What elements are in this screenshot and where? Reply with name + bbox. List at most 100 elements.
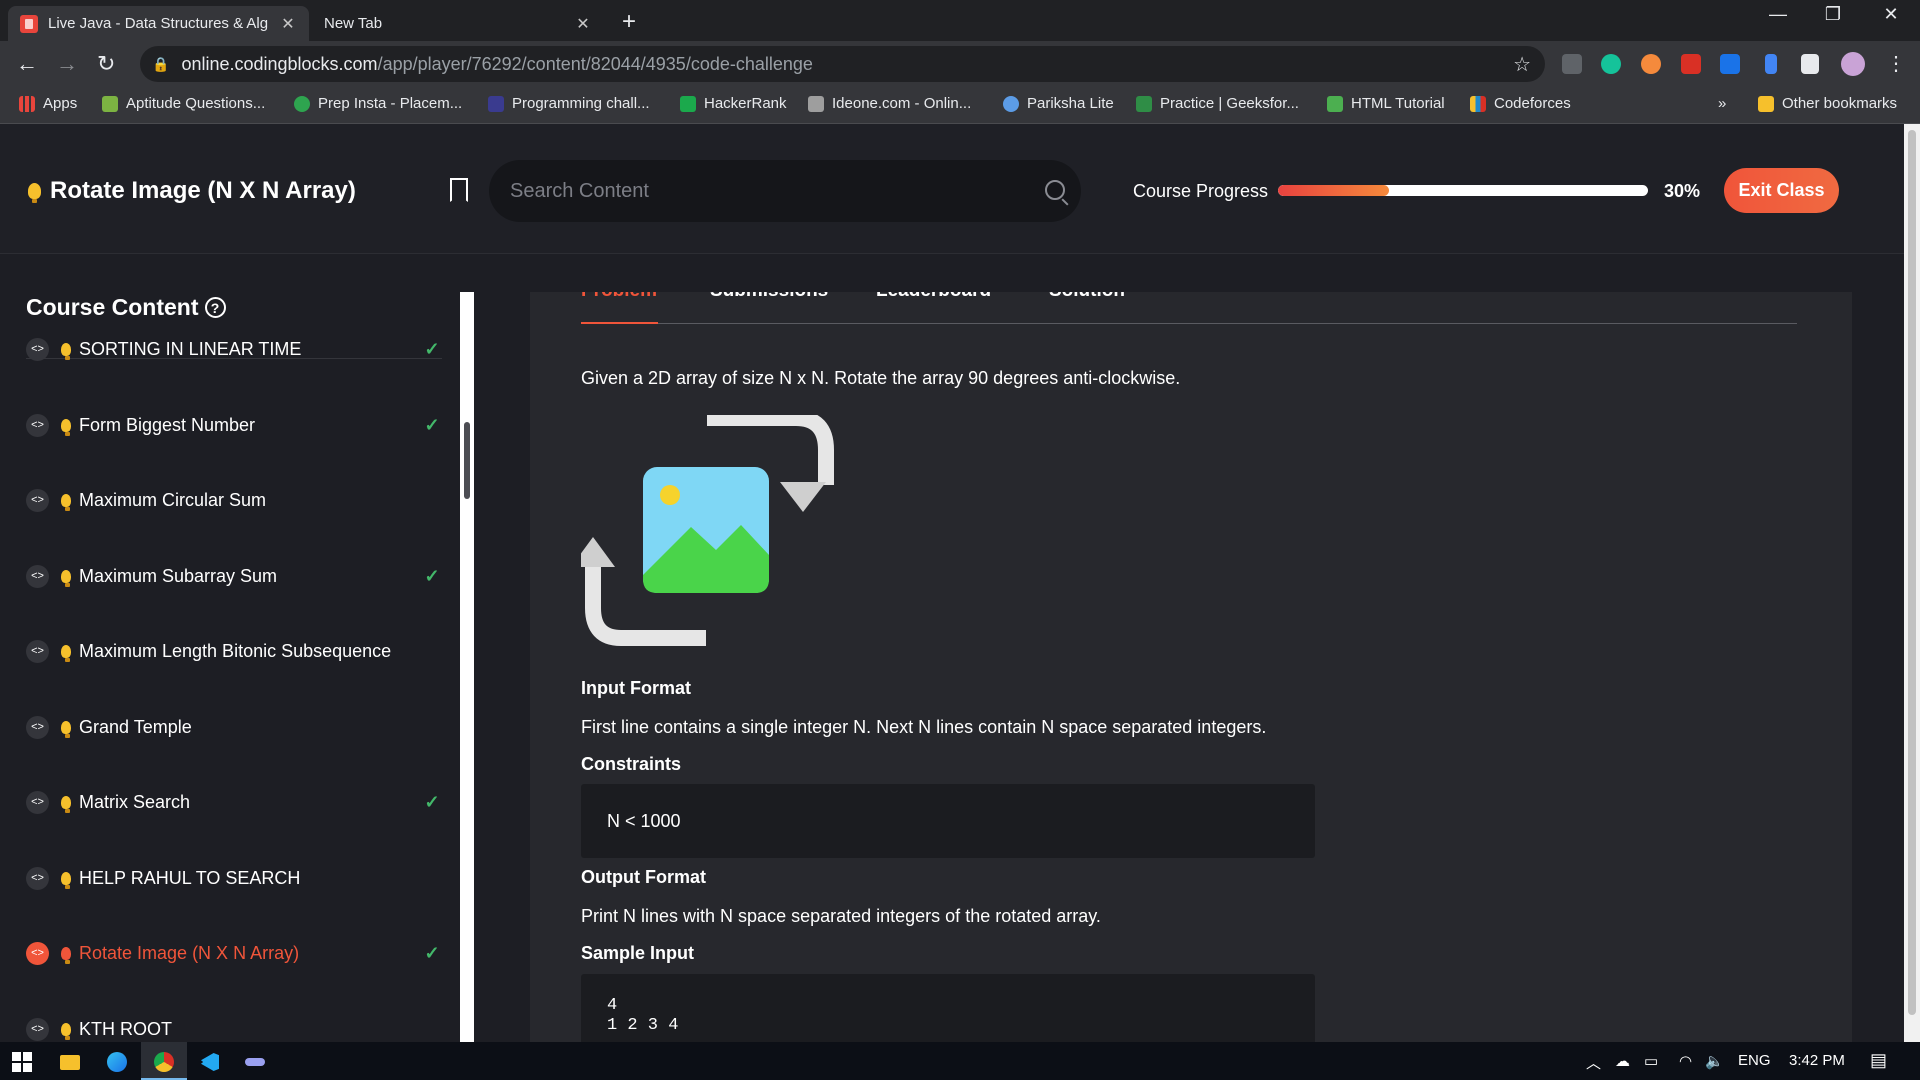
bookmark-programming[interactable]: Programming chall... <box>488 95 650 112</box>
language-indicator[interactable]: ENG <box>1738 1052 1771 1069</box>
sidebar-item-label: SORTING IN LINEAR TIME <box>79 338 302 359</box>
battery-icon[interactable]: ▭ <box>1644 1052 1658 1070</box>
vscode-icon[interactable] <box>196 1048 224 1076</box>
bookmark-icon[interactable] <box>450 178 468 202</box>
extension-icon[interactable] <box>1562 54 1582 74</box>
sidebar-item[interactable]: <> Grand Temple <box>26 707 442 747</box>
reload-icon[interactable]: ↻ <box>97 51 115 77</box>
onedrive-icon[interactable]: ☁ <box>1615 1052 1630 1070</box>
sidebar-item[interactable]: <> Maximum Subarray Sum ✓ <box>26 556 442 596</box>
close-window-icon[interactable]: ✕ <box>1866 4 1916 25</box>
lightbulb-icon <box>28 183 41 203</box>
input-format-heading: Input Format <box>581 678 691 698</box>
browser-toolbar: ← → ↻ 🔒 online.codingblocks.com/app/play… <box>0 41 1920 87</box>
browser-menu-icon[interactable]: ⋮ <box>1886 51 1906 76</box>
url-host: online.codingblocks.com <box>181 53 378 74</box>
apps-grid-icon <box>19 95 35 112</box>
output-format-text: Print N lines with N space separated int… <box>581 906 1101 926</box>
bookmark-favicon-icon <box>1003 95 1019 112</box>
bookmark-apps[interactable]: Apps <box>19 95 77 112</box>
tab-leaderboard[interactable]: Leaderboard <box>876 292 991 302</box>
volume-icon[interactable]: 🔈 <box>1705 1052 1724 1070</box>
tab-submissions[interactable]: Submissions <box>710 292 828 302</box>
tray-chevron-icon[interactable]: ︿ <box>1586 1052 1601 1073</box>
page-scrollbar-thumb[interactable] <box>1908 130 1916 1015</box>
app-icon[interactable] <box>241 1048 269 1076</box>
minimize-window-icon[interactable]: — <box>1753 4 1803 25</box>
bookmark-star-icon[interactable]: ☆ <box>1513 52 1531 77</box>
code-icon: <> <box>26 564 49 588</box>
more-bookmarks-chevron[interactable]: » <box>1718 95 1726 112</box>
extension-icon[interactable] <box>1641 54 1661 74</box>
extension-icon[interactable] <box>1765 54 1777 74</box>
back-arrow-icon[interactable]: ← <box>16 51 38 77</box>
browser-tab-active[interactable]: Live Java - Data Structures & Alg ✕ <box>8 6 309 41</box>
tab-problem[interactable]: Problem <box>581 292 657 302</box>
sidebar-item[interactable]: <> Maximum Length Bitonic Subsequence <box>26 631 442 671</box>
code-icon: <> <box>26 488 49 512</box>
close-tab-icon[interactable]: ✕ <box>279 14 297 34</box>
help-icon[interactable]: ? <box>204 297 226 318</box>
lightbulb-icon <box>61 1022 71 1040</box>
chrome-icon[interactable] <box>150 1048 178 1076</box>
lightbulb-icon <box>61 569 71 587</box>
picture-icon <box>643 467 769 593</box>
edge-icon[interactable] <box>103 1048 131 1076</box>
sidebar-item[interactable]: <> KTH ROOT <box>26 1009 442 1042</box>
sidebar-item[interactable]: <> Form Biggest Number ✓ <box>26 405 442 445</box>
bookmark-aptitude[interactable]: Aptitude Questions... <box>102 95 265 112</box>
tab-solution[interactable]: Solution <box>1049 292 1125 302</box>
grammarly-icon[interactable] <box>1601 54 1621 74</box>
clock[interactable]: 3:42 PM <box>1789 1052 1845 1069</box>
new-tab-plus-icon[interactable]: + <box>622 8 636 36</box>
code-icon: <> <box>26 413 49 437</box>
profile-avatar[interactable] <box>1841 52 1865 76</box>
bookmark-favicon-icon <box>102 95 118 112</box>
sidebar-item[interactable]: <> HELP RAHUL TO SEARCH <box>26 858 442 898</box>
search-icon[interactable] <box>1045 180 1065 200</box>
code-icon: <> <box>26 1017 49 1041</box>
sidebar-item-label: Form Biggest Number <box>79 414 256 435</box>
bookmark-favicon-icon <box>294 95 310 112</box>
wifi-icon[interactable]: ◠ <box>1679 1052 1692 1070</box>
sidebar-scrollbar-track[interactable] <box>460 292 474 1042</box>
sidebar-item-label: Rotate Image (N X N Array) <box>79 942 300 963</box>
lightbulb-icon <box>61 418 71 436</box>
file-explorer-icon[interactable] <box>56 1048 84 1076</box>
sample-input-heading: Sample Input <box>581 943 695 963</box>
address-bar[interactable]: 🔒 online.codingblocks.com/app/player/762… <box>140 46 1545 82</box>
bookmark-geeksforgeeks[interactable]: Practice | Geeksfor... <box>1136 95 1299 112</box>
forward-arrow-icon[interactable]: → <box>56 51 78 77</box>
constraints-box: N < 1000 <box>581 784 1315 858</box>
problem-statement: Given a 2D array of size N x N. Rotate t… <box>581 368 1181 388</box>
bookmark-codeforces[interactable]: Codeforces <box>1470 95 1571 112</box>
sidebar-item[interactable]: <> Rotate Image (N X N Array) ✓ <box>26 933 442 973</box>
browser-tab-strip: Live Java - Data Structures & Alg ✕ New … <box>0 0 1920 41</box>
close-tab-icon[interactable]: ✕ <box>574 14 592 34</box>
restore-window-icon[interactable]: ❐ <box>1808 4 1858 25</box>
extension-icon[interactable] <box>1681 54 1701 74</box>
bookmark-hackerrank[interactable]: HackerRank <box>680 95 787 112</box>
code-icon: <> <box>26 639 49 663</box>
lock-icon: 🔒 <box>152 55 170 72</box>
sidebar-item[interactable]: <> Maximum Circular Sum <box>26 480 442 520</box>
extensions-puzzle-icon[interactable] <box>1801 54 1819 74</box>
browser-tab-new[interactable]: New Tab ✕ <box>312 6 604 41</box>
bookmark-other[interactable]: Other bookmarks <box>1758 95 1897 112</box>
notifications-icon[interactable]: ▤ <box>1870 1050 1887 1071</box>
code-icon: <> <box>26 790 49 814</box>
bookmark-favicon-icon <box>488 95 504 112</box>
bookmark-prepinsta[interactable]: Prep Insta - Placem... <box>294 95 462 112</box>
sidebar-item[interactable]: <> Matrix Search ✓ <box>26 782 442 822</box>
bookmark-ideone[interactable]: Ideone.com - Onlin... <box>808 95 971 112</box>
bookmark-html-tutorial[interactable]: HTML Tutorial <box>1327 95 1445 112</box>
bookmark-pariksha[interactable]: Pariksha Lite <box>1003 95 1114 112</box>
code-icon: <> <box>26 337 49 361</box>
extension-icon[interactable] <box>1720 54 1740 74</box>
sidebar-scrollbar-thumb[interactable] <box>464 422 470 499</box>
sidebar-item-label: HELP RAHUL TO SEARCH <box>79 867 301 888</box>
search-content-input[interactable]: Search Content <box>489 160 1081 222</box>
windows-start-icon[interactable] <box>8 1048 36 1076</box>
exit-class-button[interactable]: Exit Class <box>1724 168 1839 213</box>
sidebar-item[interactable]: <> SORTING IN LINEAR TIME ✓ <box>26 329 442 369</box>
